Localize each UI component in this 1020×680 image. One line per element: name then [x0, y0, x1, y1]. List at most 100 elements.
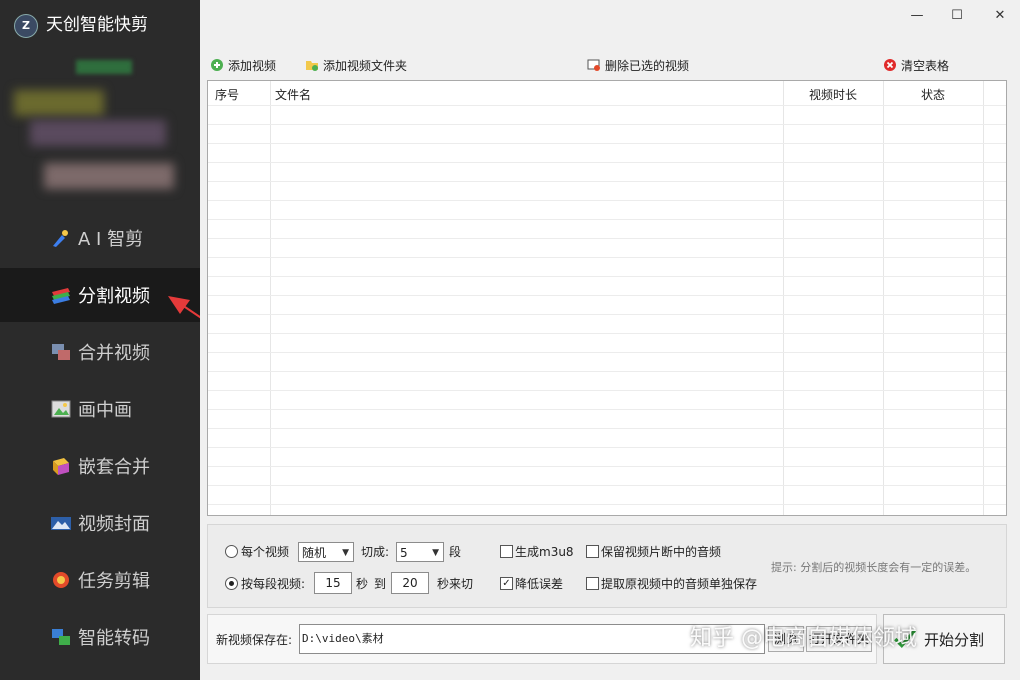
segments-select[interactable]: 5 ▼: [396, 542, 444, 562]
sidebar-item-label: 合并视频: [78, 343, 150, 364]
video-table[interactable]: 序号 文件名 视频时长 状态: [207, 80, 1007, 516]
row-divider: [208, 466, 1006, 467]
per-video-mode-select[interactable]: 随机 ▼: [298, 542, 354, 562]
row-divider: [208, 143, 1006, 144]
per-segment-radio[interactable]: [225, 577, 238, 590]
per-video-radio[interactable]: [225, 545, 238, 558]
picture-in-picture-icon: [51, 400, 71, 418]
task-edit-icon: [53, 572, 69, 588]
row-divider: [208, 409, 1006, 410]
extract-audio-checkbox[interactable]: [586, 577, 599, 590]
segments-value: 5: [400, 546, 408, 560]
row-divider: [208, 219, 1006, 220]
row-divider: [208, 200, 1006, 201]
column-divider: [983, 81, 984, 515]
per-video-label: 每个视频: [241, 545, 290, 559]
reduce-error-checkbox[interactable]: ✓: [500, 577, 513, 590]
add-folder-label: 添加视频文件夹: [323, 58, 408, 73]
column-divider: [270, 81, 271, 515]
chevron-down-icon: ▼: [342, 548, 349, 558]
row-divider: [208, 504, 1006, 505]
add-folder-button[interactable]: 添加视频文件夹: [305, 54, 407, 76]
row-divider: [208, 105, 1006, 106]
column-header-status[interactable]: 状态: [921, 81, 945, 111]
row-divider: [208, 295, 1006, 296]
app-title: 天创智能快剪: [46, 15, 148, 35]
main-panel: — ☐ ✕ 添加视频 添加视频文件夹 删除已选的视频 清空表格 序号 文件名 视…: [200, 0, 1020, 680]
sidebar-item-ai-cut[interactable]: A I 智剪: [0, 211, 200, 265]
sidebar-item-label: 智能转码: [78, 628, 150, 649]
delete-selected-button[interactable]: 删除已选的视频: [587, 54, 689, 76]
row-divider: [208, 276, 1006, 277]
column-header-index[interactable]: 序号: [215, 81, 239, 111]
column-divider: [783, 81, 784, 515]
per-segment-label: 按每段视频:: [241, 577, 306, 591]
keep-audio-label: 保留视频片断中的音频: [601, 545, 722, 559]
start-split-label: 开始分割: [924, 631, 985, 649]
save-path-label: 新视频保存在:: [216, 633, 293, 647]
row-divider: [208, 162, 1006, 163]
reduce-error-label: 降低误差: [515, 577, 564, 591]
sidebar-item-label: 画中画: [78, 400, 132, 421]
nested-merge-icon: [53, 458, 69, 475]
sidebar-item-label: 分割视频: [78, 286, 150, 307]
row-divider: [208, 447, 1006, 448]
gen-m3u8-checkbox[interactable]: [500, 545, 513, 558]
delete-selected-label: 删除已选的视频: [605, 58, 690, 73]
segment-min-seconds-input[interactable]: 15: [314, 572, 352, 594]
merge-video-icon: [52, 344, 70, 360]
clear-icon: [884, 59, 896, 71]
sidebar-item-label: A I 智剪: [78, 229, 144, 250]
per-video-mode-value: 随机: [302, 546, 327, 560]
row-divider: [208, 314, 1006, 315]
clear-table-button[interactable]: 清空表格: [883, 54, 949, 76]
maximize-button[interactable]: ☐: [942, 6, 972, 26]
add-video-label: 添加视频: [228, 58, 277, 73]
sidebar-item-video-cover[interactable]: 视频封面: [0, 496, 200, 550]
sidebar-item-smart-transcode[interactable]: 智能转码: [0, 610, 200, 664]
segment-max-seconds-input[interactable]: 20: [391, 572, 429, 594]
seconds-cut-label: 秒来切: [437, 577, 474, 591]
row-divider: [208, 181, 1006, 182]
row-divider: [208, 371, 1006, 372]
minimize-button[interactable]: —: [902, 6, 932, 26]
row-divider: [208, 257, 1006, 258]
row-divider: [208, 238, 1006, 239]
sidebar: Z 天创智能快剪 A I 智剪 分割视频 合并视频 画中画 嵌套合并 视频封面 …: [0, 0, 200, 680]
chevron-down-icon: ▼: [432, 548, 439, 558]
sidebar-item-split-video[interactable]: 分割视频: [0, 268, 200, 322]
row-divider: [208, 124, 1006, 125]
sidebar-item-label: 视频封面: [78, 514, 150, 535]
folder-add-icon: [306, 61, 318, 71]
watermark-text: 知乎 @电商自媒体领域: [690, 626, 917, 651]
keep-audio-checkbox[interactable]: [586, 545, 599, 558]
sidebar-item-merge-video[interactable]: 合并视频: [0, 325, 200, 379]
row-divider: [208, 333, 1006, 334]
column-header-filename[interactable]: 文件名: [275, 81, 311, 111]
sidebar-item-nested-merge[interactable]: 嵌套合并: [0, 439, 200, 493]
close-button[interactable]: ✕: [985, 6, 1015, 26]
split-options-panel: 每个视频 随机 ▼ 切成: 5 ▼ 段 生成m3u8 保留视频片断中的音频 按每…: [207, 524, 1007, 608]
clear-table-label: 清空表格: [901, 58, 950, 73]
sidebar-item-label: 任务剪辑: [78, 571, 150, 592]
app-logo: Z: [14, 14, 38, 38]
sidebar-item-label: 嵌套合并: [78, 457, 150, 478]
row-divider: [208, 352, 1006, 353]
sidebar-item-task-edit[interactable]: 任务剪辑: [0, 553, 200, 607]
hint-text: 提示: 分割后的视频长度会有一定的误差。: [771, 561, 977, 574]
extract-audio-label: 提取原视频中的音频单独保存: [601, 577, 758, 591]
add-video-button[interactable]: 添加视频: [210, 54, 276, 76]
cut-into-label: 切成:: [361, 545, 390, 559]
delete-video-icon: [587, 59, 600, 71]
ai-cut-icon: [53, 230, 68, 247]
column-header-duration[interactable]: 视频时长: [809, 81, 857, 111]
row-divider: [208, 390, 1006, 391]
row-divider: [208, 428, 1006, 429]
smart-transcode-icon: [52, 629, 70, 645]
sidebar-item-picture-in-picture[interactable]: 画中画: [0, 382, 200, 436]
split-video-icon: [52, 288, 70, 304]
video-cover-icon: [51, 517, 71, 530]
column-divider: [883, 81, 884, 515]
gen-m3u8-label: 生成m3u8: [515, 545, 574, 559]
to-label: 到: [374, 577, 387, 591]
